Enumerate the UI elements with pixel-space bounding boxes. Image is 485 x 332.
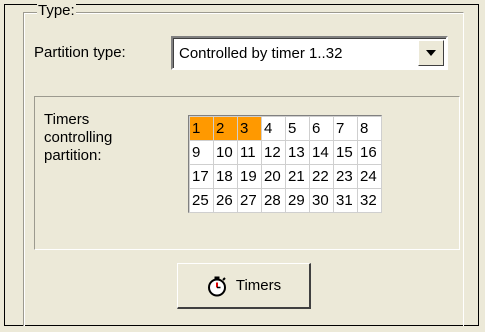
timer-cell-3[interactable]: 3 [237,116,262,141]
timer-cell-26[interactable]: 26 [213,188,238,213]
type-group-title: Type: [37,2,76,20]
dropdown-arrow-icon [426,50,436,56]
timer-cell-8[interactable]: 8 [357,116,382,141]
timer-cell-28[interactable]: 28 [261,188,286,213]
timer-cell-14[interactable]: 14 [309,140,334,165]
partition-type-value: Controlled by timer 1..32 [179,45,343,62]
partition-type-label: Partition type: [34,43,126,63]
timers-controlling-label: Timers controlling partition: [44,111,113,164]
timer-cell-21[interactable]: 21 [285,164,310,189]
timer-cell-1[interactable]: 1 [189,116,214,141]
timer-cell-6[interactable]: 6 [309,116,334,141]
timer-cell-18[interactable]: 18 [213,164,238,189]
timer-grid: 1 2 3 4 5 6 7 8 9 10 11 12 13 14 15 16 17 18 19 20 21 22 23 24 2… [188,115,382,213]
timer-cell-7[interactable]: 7 [333,116,358,141]
timer-cell-13[interactable]: 13 [285,140,310,165]
partition-type-select[interactable]: Controlled by timer 1..32 [171,36,448,70]
timer-cell-11[interactable]: 11 [237,140,262,165]
timer-cell-20[interactable]: 20 [261,164,286,189]
timer-cell-24[interactable]: 24 [357,164,382,189]
timer-cell-10[interactable]: 10 [213,140,238,165]
timer-cell-19[interactable]: 19 [237,164,262,189]
timers-button-label: Timers [235,277,282,294]
timer-cell-23[interactable]: 23 [333,164,358,189]
timer-cell-29[interactable]: 29 [285,188,310,213]
stopwatch-icon [207,276,226,296]
timer-cell-5[interactable]: 5 [285,116,310,141]
timer-cell-4[interactable]: 4 [261,116,286,141]
timer-cell-12[interactable]: 12 [261,140,286,165]
timer-cell-2[interactable]: 2 [213,116,238,141]
timers-button[interactable]: Timers [177,263,311,309]
timer-cell-32[interactable]: 32 [357,188,382,213]
timer-cell-16[interactable]: 16 [357,140,382,165]
dropdown-arrow-button[interactable] [418,40,444,66]
partition-type-label-text: Partition type: [34,44,126,61]
timer-cell-17[interactable]: 17 [189,164,214,189]
timer-cell-22[interactable]: 22 [309,164,334,189]
timer-cell-31[interactable]: 31 [333,188,358,213]
timer-cell-27[interactable]: 27 [237,188,262,213]
timer-cell-30[interactable]: 30 [309,188,334,213]
timer-cell-25[interactable]: 25 [189,188,214,213]
timer-cell-15[interactable]: 15 [333,140,358,165]
timer-cell-9[interactable]: 9 [189,140,214,165]
